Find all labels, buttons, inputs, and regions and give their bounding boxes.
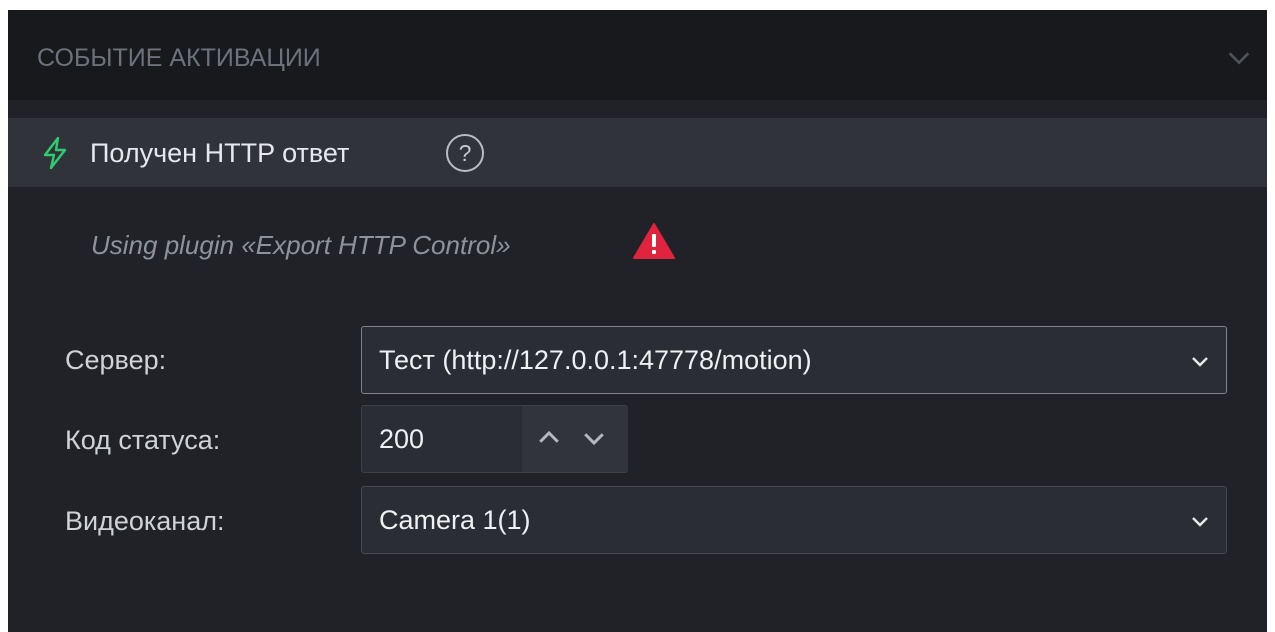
lightning-bolt-icon <box>43 136 67 170</box>
chevron-down-icon[interactable] <box>1225 44 1253 72</box>
chevron-down-icon <box>1192 517 1208 527</box>
section-header[interactable]: СОБЫТИЕ АКТИВАЦИИ <box>8 10 1267 100</box>
chevron-up-icon[interactable] <box>534 423 564 453</box>
server-label: Сервер: <box>65 345 167 375</box>
activation-event-panel: СОБЫТИЕ АКТИВАЦИИ Получен HTTP ответ ? U… <box>8 10 1267 632</box>
section-title: СОБЫТИЕ АКТИВАЦИИ <box>37 44 321 72</box>
stepper-buttons <box>522 406 628 472</box>
video-channel-label: Видеоканал: <box>65 506 225 536</box>
video-channel-select[interactable]: Camera 1(1) <box>361 486 1227 554</box>
status-code-stepper[interactable]: 200 <box>361 405 628 473</box>
chevron-down-icon <box>1192 357 1208 367</box>
event-row[interactable]: Получен HTTP ответ ? <box>8 118 1267 187</box>
warning-triangle-icon <box>633 223 675 259</box>
chevron-down-icon[interactable] <box>579 423 609 453</box>
video-channel-value: Camera 1(1) <box>379 505 531 535</box>
status-code-label: Код статуса: <box>65 425 221 455</box>
server-select[interactable]: Тест (http://127.0.0.1:47778/motion) <box>361 326 1227 394</box>
status-code-value[interactable]: 200 <box>379 424 424 455</box>
plugin-note: Using plugin «Export HTTP Control» <box>91 230 511 260</box>
server-value: Тест (http://127.0.0.1:47778/motion) <box>379 345 812 375</box>
event-label: Получен HTTP ответ <box>90 138 350 168</box>
question-circle-icon[interactable]: ? <box>446 134 484 172</box>
